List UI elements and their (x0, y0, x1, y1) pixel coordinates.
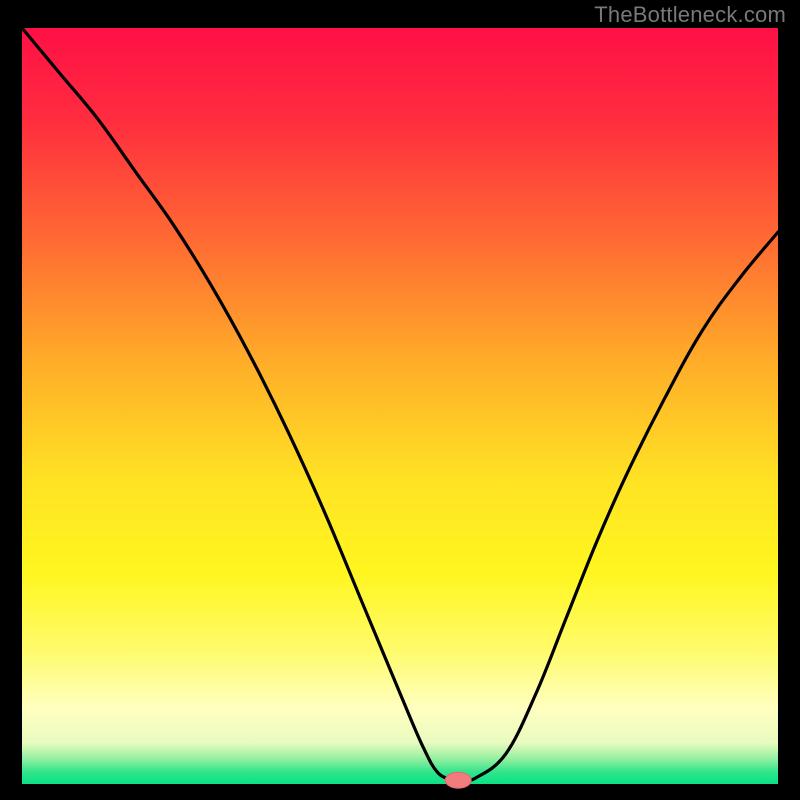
bottleneck-chart (0, 0, 800, 800)
chart-frame: TheBottleneck.com (0, 0, 800, 800)
optimal-point-marker (445, 772, 471, 788)
plot-background (22, 28, 778, 784)
